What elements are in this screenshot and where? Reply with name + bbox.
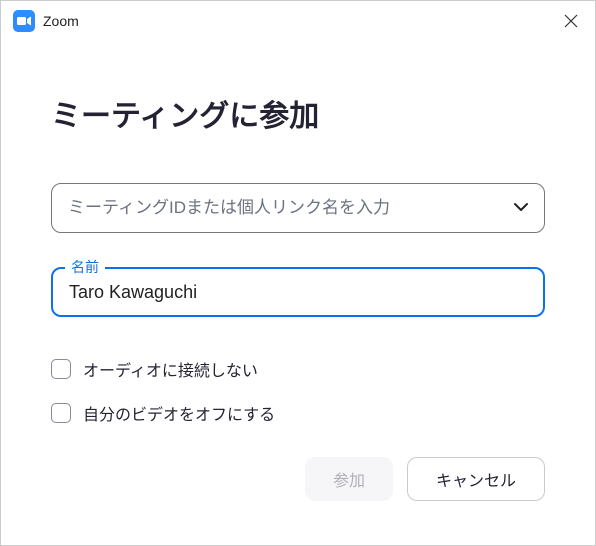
option-no-audio[interactable]: オーディオに接続しない: [51, 357, 545, 381]
cancel-button[interactable]: キャンセル: [407, 457, 545, 501]
titlebar: Zoom: [1, 1, 595, 41]
close-button[interactable]: [559, 9, 583, 33]
checkbox-no-audio[interactable]: [51, 359, 71, 379]
meeting-id-input[interactable]: [51, 183, 545, 233]
meeting-id-field-wrap: [51, 183, 545, 233]
option-no-video[interactable]: 自分のビデオをオフにする: [51, 401, 545, 425]
titlebar-left: Zoom: [13, 10, 79, 32]
label-no-video: 自分のビデオをオフにする: [83, 401, 275, 425]
join-button[interactable]: 参加: [305, 457, 393, 501]
window-title: Zoom: [43, 13, 79, 29]
name-field-label: 名前: [65, 257, 105, 277]
name-input[interactable]: [51, 267, 545, 317]
dialog-content: ミーティングに参加 名前 オーディオに接続しない 自分のビデオをオフにする 参加…: [1, 41, 595, 501]
zoom-app-icon: [13, 10, 35, 32]
dialog-heading: ミーティングに参加: [51, 91, 545, 135]
close-icon: [564, 14, 578, 28]
label-no-audio: オーディオに接続しない: [83, 357, 258, 381]
button-row: 参加 キャンセル: [51, 457, 545, 501]
name-field-wrap: 名前: [51, 267, 545, 317]
checkbox-no-video[interactable]: [51, 403, 71, 423]
